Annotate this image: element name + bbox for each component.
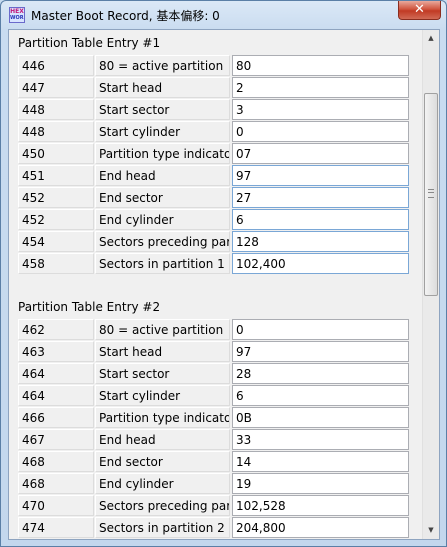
field-name-cell: Sectors in partition 1 bbox=[95, 253, 230, 274]
field-name-cell: Sectors preceding partition bbox=[95, 495, 230, 516]
hex-editor-app-icon: HEX WORKS bbox=[9, 7, 25, 23]
offset-cell: 451 bbox=[18, 165, 94, 186]
field-value-input[interactable]: 128 bbox=[232, 231, 409, 252]
offset-cell: 450 bbox=[18, 143, 94, 164]
field-name-cell: Start cylinder bbox=[95, 121, 230, 142]
field-name-cell: 80 = active partition bbox=[95, 319, 230, 340]
field-value-input[interactable]: 97 bbox=[232, 165, 409, 186]
offset-cell: 464 bbox=[18, 385, 94, 406]
table-row: 454 Sectors preceding partition 128 bbox=[18, 230, 418, 252]
partition-entry-2-grid: 462 80 = active partition 0 463 Start he… bbox=[18, 318, 418, 538]
field-value-input[interactable]: 19 bbox=[232, 473, 409, 494]
field-value-input[interactable]: 204,800 bbox=[232, 517, 409, 538]
field-value-input[interactable]: 07 bbox=[232, 143, 409, 164]
field-value-input[interactable]: 102,528 bbox=[232, 495, 409, 516]
table-row: 464 Start sector 28 bbox=[18, 362, 418, 384]
offset-cell: 468 bbox=[18, 473, 94, 494]
field-name-cell: Sectors preceding partition bbox=[95, 231, 230, 252]
table-row: 464 Start cylinder 6 bbox=[18, 384, 418, 406]
field-name-cell: End head bbox=[95, 429, 230, 450]
table-row: 458 Sectors in partition 1 102,400 bbox=[18, 252, 418, 274]
scroll-down-arrow-icon[interactable]: ▼ bbox=[423, 522, 439, 539]
field-name-cell: End cylinder bbox=[95, 473, 230, 494]
field-value-input[interactable]: 33 bbox=[232, 429, 409, 450]
section-title-entry-1: Partition Table Entry #1 bbox=[18, 36, 161, 50]
table-row: 448 Start sector 3 bbox=[18, 98, 418, 120]
field-name-cell: Start sector bbox=[95, 363, 230, 384]
table-row: 468 End sector 14 bbox=[18, 450, 418, 472]
template-client-area: Partition Table Entry #1 446 80 = active… bbox=[8, 29, 440, 540]
field-value-input[interactable]: 0 bbox=[232, 319, 409, 340]
grip-icon bbox=[428, 189, 434, 198]
offset-cell: 446 bbox=[18, 55, 94, 76]
field-value-input[interactable]: 0B bbox=[232, 407, 409, 428]
field-value-input[interactable]: 6 bbox=[232, 209, 409, 230]
offset-cell: 452 bbox=[18, 187, 94, 208]
offset-cell: 467 bbox=[18, 429, 94, 450]
close-icon: ✕ bbox=[414, 2, 425, 17]
field-value-input[interactable]: 102,400 bbox=[232, 253, 409, 274]
close-button[interactable]: ✕ bbox=[398, 1, 441, 20]
field-value-input[interactable]: 14 bbox=[232, 451, 409, 472]
table-row: 448 Start cylinder 0 bbox=[18, 120, 418, 142]
offset-cell: 464 bbox=[18, 363, 94, 384]
table-row: 466 Partition type indicator 0B bbox=[18, 406, 418, 428]
field-value-input[interactable]: 0 bbox=[232, 121, 409, 142]
field-name-cell: Partition type indicator bbox=[95, 407, 230, 428]
table-row: 447 Start head 2 bbox=[18, 76, 418, 98]
field-value-input[interactable]: 6 bbox=[232, 385, 409, 406]
offset-cell: 474 bbox=[18, 517, 94, 538]
field-name-cell: Start sector bbox=[95, 99, 230, 120]
field-value-input[interactable]: 2 bbox=[232, 77, 409, 98]
table-row: 462 80 = active partition 0 bbox=[18, 318, 418, 340]
partition-entry-1-grid: 446 80 = active partition 80 447 Start h… bbox=[18, 54, 418, 274]
offset-cell: 458 bbox=[18, 253, 94, 274]
table-row: 450 Partition type indicator 07 bbox=[18, 142, 418, 164]
table-row: 467 End head 33 bbox=[18, 428, 418, 450]
field-name-cell: Start head bbox=[95, 341, 230, 362]
table-row: 470 Sectors preceding partition 102,528 bbox=[18, 494, 418, 516]
field-name-cell: Start head bbox=[95, 77, 230, 98]
field-name-cell: Partition type indicator bbox=[95, 143, 230, 164]
offset-cell: 448 bbox=[18, 121, 94, 142]
field-name-cell: Sectors in partition 2 bbox=[95, 517, 230, 538]
offset-cell: 452 bbox=[18, 209, 94, 230]
app-icon-text-bottom: WORKS bbox=[10, 15, 24, 21]
scroll-up-arrow-icon[interactable]: ▲ bbox=[423, 30, 439, 47]
field-value-input[interactable]: 80 bbox=[232, 55, 409, 76]
field-name-cell: End head bbox=[95, 165, 230, 186]
table-row: 474 Sectors in partition 2 204,800 bbox=[18, 516, 418, 538]
table-row: 452 End sector 27 bbox=[18, 186, 418, 208]
mbr-template-window: HEX WORKS Master Boot Record, 基本偏移: 0 ✕ … bbox=[0, 0, 447, 547]
table-row: 463 Start head 97 bbox=[18, 340, 418, 362]
app-icon-text-top: HEX bbox=[10, 8, 24, 15]
table-row: 452 End cylinder 6 bbox=[18, 208, 418, 230]
offset-cell: 463 bbox=[18, 341, 94, 362]
table-row: 446 80 = active partition 80 bbox=[18, 54, 418, 76]
field-name-cell: 80 = active partition bbox=[95, 55, 230, 76]
field-name-cell: Start cylinder bbox=[95, 385, 230, 406]
offset-cell: 466 bbox=[18, 407, 94, 428]
window-title: Master Boot Record, 基本偏移: 0 bbox=[31, 9, 220, 23]
field-value-input[interactable]: 27 bbox=[232, 187, 409, 208]
offset-cell: 454 bbox=[18, 231, 94, 252]
title-bar[interactable]: HEX WORKS Master Boot Record, 基本偏移: 0 ✕ bbox=[1, 1, 446, 29]
table-row: 468 End cylinder 19 bbox=[18, 472, 418, 494]
field-value-input[interactable]: 28 bbox=[232, 363, 409, 384]
field-value-input[interactable]: 3 bbox=[232, 99, 409, 120]
field-value-input[interactable]: 97 bbox=[232, 341, 409, 362]
field-name-cell: End sector bbox=[95, 451, 230, 472]
offset-cell: 470 bbox=[18, 495, 94, 516]
offset-cell: 462 bbox=[18, 319, 94, 340]
vertical-scrollbar[interactable]: ▲ ▼ bbox=[422, 30, 439, 539]
field-name-cell: End cylinder bbox=[95, 209, 230, 230]
section-title-entry-2: Partition Table Entry #2 bbox=[18, 300, 161, 314]
offset-cell: 468 bbox=[18, 451, 94, 472]
scrollbar-thumb[interactable] bbox=[424, 93, 438, 296]
field-name-cell: End sector bbox=[95, 187, 230, 208]
offset-cell: 447 bbox=[18, 77, 94, 98]
offset-cell: 448 bbox=[18, 99, 94, 120]
table-row: 451 End head 97 bbox=[18, 164, 418, 186]
